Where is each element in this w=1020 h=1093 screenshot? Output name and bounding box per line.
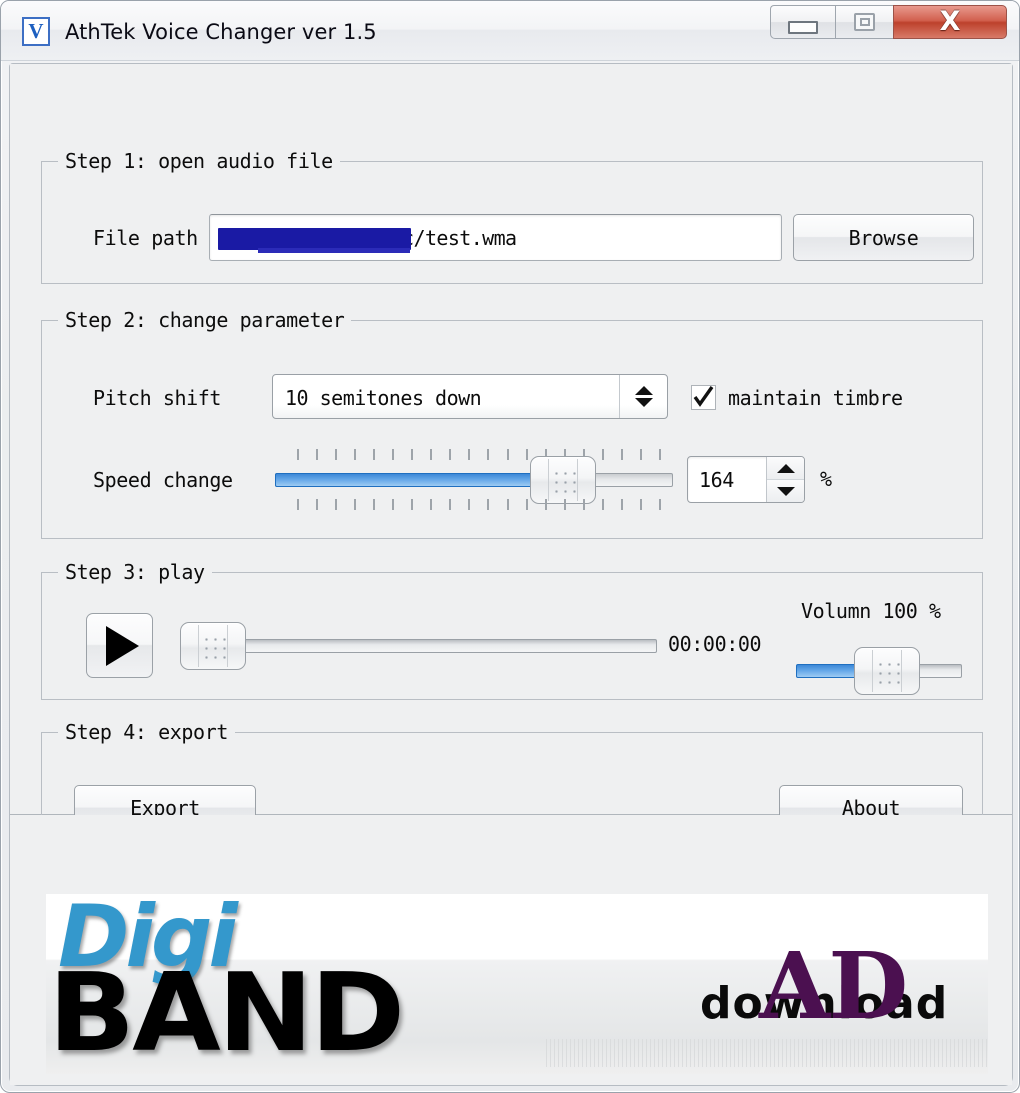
redaction-bar xyxy=(218,228,411,253)
seek-slider-track xyxy=(208,639,657,653)
minimize-icon xyxy=(788,20,818,34)
chevron-up-icon xyxy=(776,463,795,473)
volume-slider-thumb[interactable] xyxy=(854,647,920,695)
speed-value-spinbox[interactable]: 164 xyxy=(687,456,805,503)
main-panel: Step 1: open audio file File path /Voice… xyxy=(10,64,1012,860)
grip-icon xyxy=(551,468,577,493)
banner-stripe-decoration xyxy=(546,1039,988,1067)
app-icon-letter: V xyxy=(28,19,44,43)
app-icon-v: V xyxy=(22,17,50,46)
window-title: AthTek Voice Changer ver 1.5 xyxy=(65,20,377,44)
percent-sign-label: % xyxy=(820,467,832,491)
app-window: V AthTek Voice Changer ver 1.5 X Step 1:… xyxy=(0,0,1020,1093)
checkmark-icon xyxy=(693,386,714,407)
pitch-shift-value: 10 semitones down xyxy=(285,386,482,410)
time-display: 00:00:00 xyxy=(668,632,762,656)
title-bar[interactable]: V AthTek Voice Changer ver 1.5 X xyxy=(1,1,1019,61)
group-step2-title: Step 2: change parameter xyxy=(58,308,352,332)
volume-label: Volumn 100 % xyxy=(801,599,941,623)
file-path-input[interactable]: /VoiceChanger/Doc/test.wma xyxy=(209,214,782,261)
group-step4-title: Step 4: export xyxy=(58,720,235,744)
grip-icon xyxy=(201,634,227,659)
speed-change-slider[interactable] xyxy=(275,449,673,511)
pitch-shift-label: Pitch shift xyxy=(93,386,222,410)
volume-slider-fill xyxy=(796,664,860,678)
speed-ticks-bottom xyxy=(297,499,661,510)
play-button[interactable] xyxy=(86,613,153,678)
maintain-timbre-checkbox[interactable] xyxy=(691,385,716,410)
speed-spin-buttons[interactable] xyxy=(766,457,804,502)
speed-value-text: 164 xyxy=(699,468,734,492)
banner-ad-badge: AD xyxy=(759,932,908,1040)
maintain-timbre-label: maintain timbre xyxy=(728,386,903,410)
play-icon xyxy=(106,625,139,666)
advertisement-banner[interactable]: Digi BAND download AD xyxy=(10,815,1012,1085)
chevron-down-icon xyxy=(776,486,795,496)
volume-slider[interactable] xyxy=(796,647,962,695)
group-step3-title: Step 3: play xyxy=(58,560,212,584)
speed-spin-up[interactable] xyxy=(767,457,804,479)
speed-slider-fill xyxy=(275,473,555,487)
speed-change-label: Speed change xyxy=(93,468,233,492)
close-icon: X xyxy=(939,5,961,37)
seek-slider-thumb[interactable] xyxy=(180,622,246,670)
browse-button[interactable]: Browse xyxy=(793,214,974,261)
grip-icon xyxy=(875,659,901,684)
speed-spin-down[interactable] xyxy=(767,479,804,502)
chevron-down-icon xyxy=(634,398,653,407)
seek-slider[interactable] xyxy=(180,622,657,670)
digiband-logo-bottom: BAND xyxy=(48,951,405,1074)
speed-ticks-top xyxy=(297,449,661,460)
pitch-shift-combobox[interactable]: 10 semitones down xyxy=(272,374,668,419)
maximize-icon xyxy=(854,13,875,31)
pitch-shift-spinner[interactable] xyxy=(619,375,667,418)
group-step1-title: Step 1: open audio file xyxy=(58,149,340,173)
client-area: Step 1: open audio file File path /Voice… xyxy=(9,63,1013,1086)
maximize-button[interactable] xyxy=(835,5,893,39)
file-path-label: File path xyxy=(93,226,198,250)
minimize-button[interactable] xyxy=(770,5,835,39)
speed-slider-thumb[interactable] xyxy=(530,456,596,504)
banner-content[interactable]: Digi BAND download AD xyxy=(46,894,988,1074)
close-button[interactable]: X xyxy=(893,5,1007,39)
chevron-up-icon xyxy=(634,386,653,395)
